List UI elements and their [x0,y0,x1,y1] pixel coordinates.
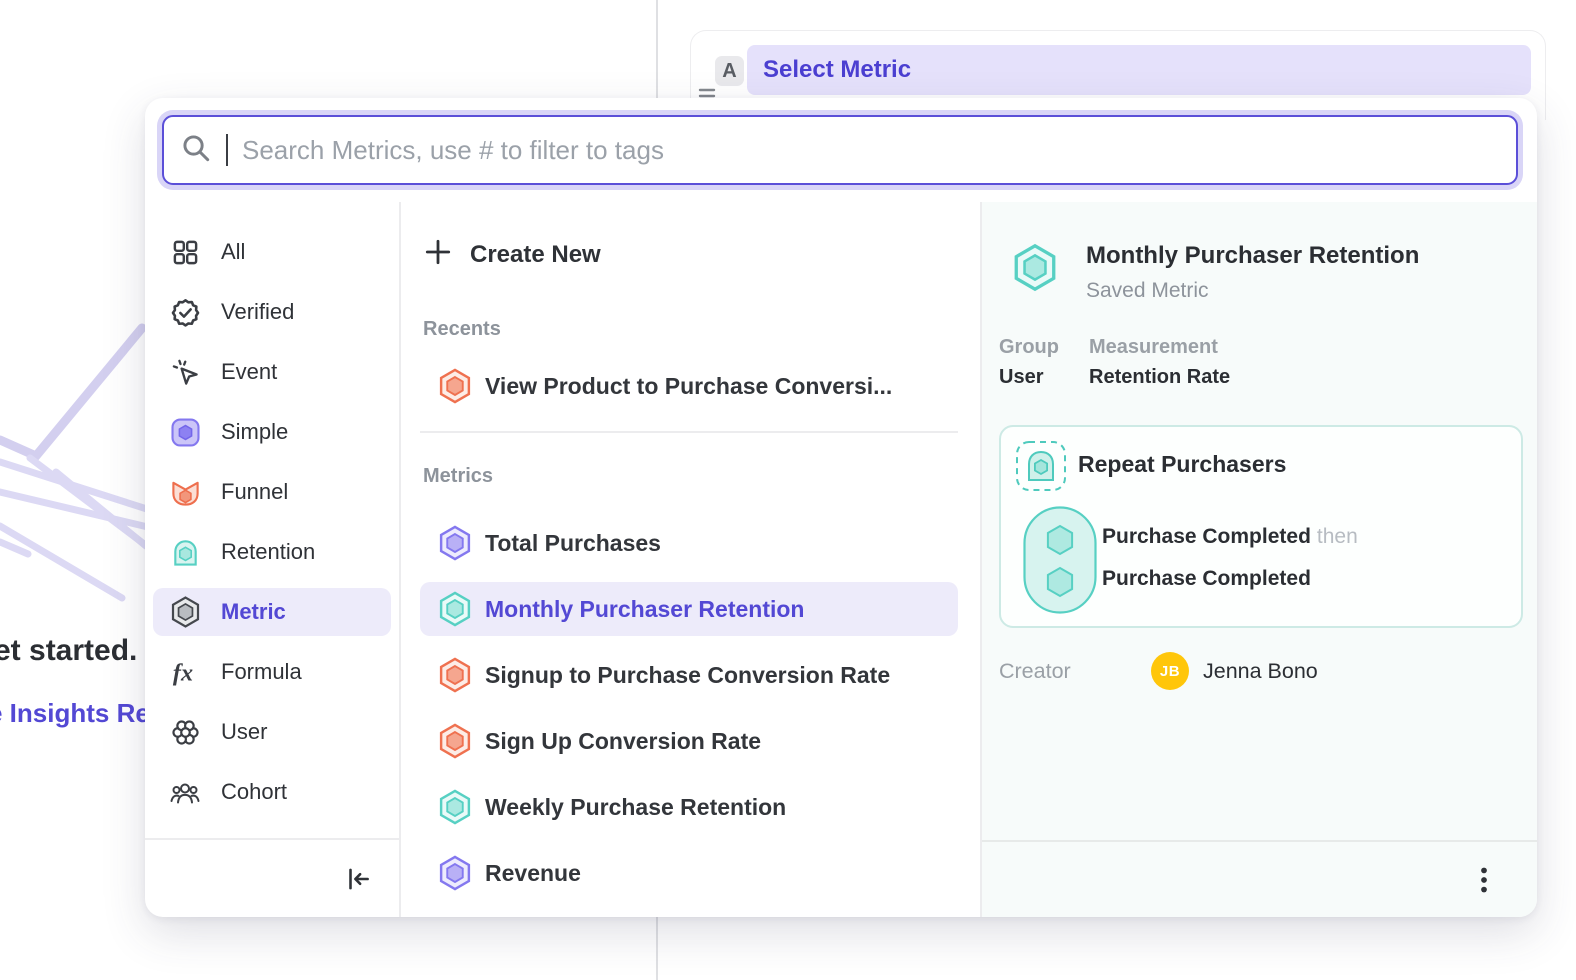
metric-definition-card: Repeat Purchasers Purchase Completed then… [999,425,1523,628]
metric-picker-modal: All Verified Event Simple Funnel Retenti… [145,98,1537,917]
metric-list-column: Create New Recents View Product to Purch… [403,202,978,917]
metric-list-item[interactable]: Weekly Purchase Retention [420,780,958,834]
metric-list-item[interactable]: Monthly Purchaser Retention [420,582,958,636]
detail-header: Monthly Purchaser Retention Saved Metric [1012,242,1521,303]
retention-dashed-icon [1015,440,1067,497]
category-sidebar: All Verified Event Simple Funnel Retenti… [145,202,401,917]
creator-row: Creator JB Jenna Bono [999,652,1318,690]
avatar[interactable]: JB [1151,652,1189,690]
creator-label: Creator [999,659,1151,684]
section-label-recents: Recents [420,318,958,341]
sidebar-item-all[interactable]: All [153,228,391,276]
detail-property-measurement: Measurement Retention Rate [1089,336,1230,389]
event-icon [169,356,201,388]
step-event: Purchase Completed [1102,567,1311,590]
definition-title: Repeat Purchasers [1078,451,1286,478]
detail-subtitle: Saved Metric [1086,279,1419,303]
detail-title: Monthly Purchaser Retention [1086,242,1419,270]
metric-hexagon-orange-icon [438,722,472,760]
sidebar-item-verified[interactable]: Verified [153,288,391,336]
search-field[interactable] [162,115,1518,185]
funnel-icon [169,476,201,508]
retention-steps-pill-icon [1023,506,1097,619]
sidebar-item-metric[interactable]: Metric [153,588,391,636]
retention-icon [169,536,201,568]
metric-hexagon-teal-icon [438,788,472,826]
metric-hexagon-teal-icon [1012,242,1058,303]
metric-hexagon-orange-icon [438,656,472,694]
metric-hexagon-purple-icon [438,854,472,892]
user-icon [169,716,201,748]
sidebar-item-retention[interactable]: Retention [153,528,391,576]
search-icon [180,132,212,169]
sidebar-footer [145,838,399,917]
verified-icon [169,296,201,328]
select-metric-button[interactable]: Select Metric [747,45,1531,95]
step-event: Purchase Completed [1102,525,1311,548]
detail-footer [982,840,1537,917]
metric-hexagon-teal-icon [438,590,472,628]
background-headline-fragment: et started. [0,634,137,668]
simple-icon [169,416,201,448]
metric-list-item[interactable]: View Product to Purchase Conversi... [420,359,958,413]
metric-list-item[interactable]: Revenue [420,846,958,900]
sidebar-item-cohort[interactable]: Cohort [153,768,391,816]
create-new-button[interactable]: Create New [420,232,958,278]
sidebar-item-formula[interactable]: fx Formula [153,648,391,696]
app-screen: et started. e Insights Re A Select Metri… [0,0,1576,980]
section-divider [420,431,958,433]
sidebar-item-user[interactable]: User [153,708,391,756]
formula-icon: fx [169,656,201,688]
sidebar-item-event[interactable]: Event [153,348,391,396]
search-input[interactable] [242,135,1500,166]
search-focus-ring [157,110,1523,190]
step-connector: then [1317,525,1358,548]
metric-hexagon-purple-icon [438,524,472,562]
sidebar-item-simple[interactable]: Simple [153,408,391,456]
metric-list-item[interactable]: Total Purchases [420,516,958,570]
sidebar-item-funnel[interactable]: Funnel [153,468,391,516]
metric-detail-panel: Monthly Purchaser Retention Saved Metric… [980,202,1537,917]
metric-icon [169,596,201,628]
text-caret [226,134,228,166]
metric-row-label-badge[interactable]: A [715,56,744,86]
definition-step: Purchase Completed then [1102,525,1358,549]
svg-text:fx: fx [172,659,192,686]
cohort-icon [169,776,201,808]
background-link-fragment[interactable]: e Insights Re [0,698,150,729]
plus-icon [423,237,453,274]
metric-list-item[interactable]: Signup to Purchase Conversion Rate [420,648,958,702]
definition-step: Purchase Completed [1102,567,1317,591]
select-metric-label: Select Metric [763,56,911,84]
detail-properties: Group User Measurement Retention Rate [999,336,1230,389]
create-new-label: Create New [470,241,601,269]
kebab-menu-icon[interactable] [1469,863,1499,897]
collapse-left-icon[interactable] [343,864,373,894]
detail-property-group: Group User [999,336,1065,389]
grid-icon [169,236,201,268]
creator-name: Jenna Bono [1203,659,1318,684]
section-label-metrics: Metrics [420,465,958,488]
metric-list-item[interactable]: Sign Up Conversion Rate [420,714,958,768]
metric-hexagon-orange-icon [438,367,472,405]
